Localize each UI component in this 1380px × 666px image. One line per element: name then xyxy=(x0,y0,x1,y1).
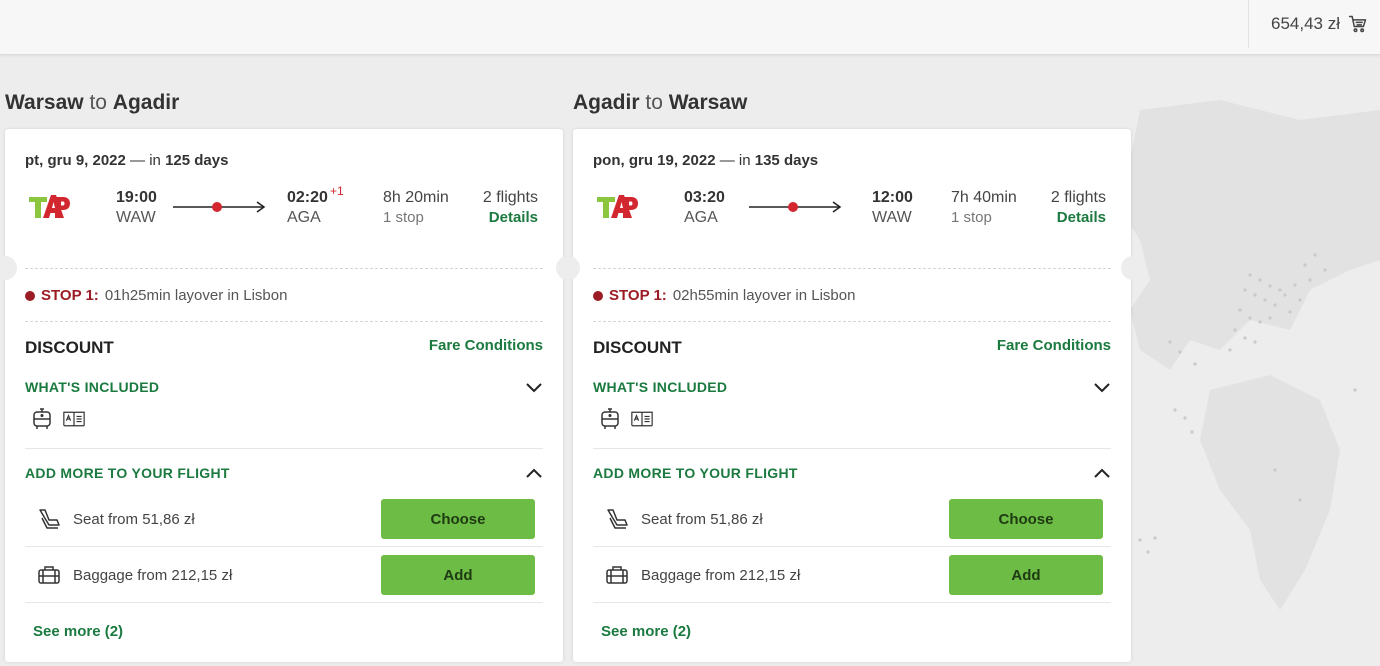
divider xyxy=(593,546,1111,547)
divider xyxy=(593,448,1111,449)
tap-logo xyxy=(597,195,638,218)
departure-airport: AGA xyxy=(684,209,718,226)
arrival-time: 02:20 xyxy=(287,189,328,206)
seat-addon-row: Seat from 51,86 zł Choose xyxy=(25,495,543,543)
departure-time: 19:00 xyxy=(116,189,157,206)
divider xyxy=(25,321,543,322)
route-arrow xyxy=(749,201,842,213)
baggage-addon-row: Baggage from 212,15 zł Add xyxy=(593,551,1111,599)
flight-duration: 8h 20min xyxy=(383,189,449,206)
divider xyxy=(593,268,1111,269)
tap-logo xyxy=(29,195,70,218)
departure-airport: WAW xyxy=(116,209,156,226)
chevron-down-icon[interactable] xyxy=(1093,380,1111,394)
seat-addon-row: Seat from 51,86 zł Choose xyxy=(593,495,1111,543)
chevron-up-icon[interactable] xyxy=(1093,466,1111,480)
layover-info: STOP 1: 01h25min layover in Lisbon xyxy=(25,287,287,304)
flight-card-outbound: pt, gru 9, 2022 — in 125 days 19:00 WAW … xyxy=(5,129,563,662)
seat-label: Seat from 51,86 zł xyxy=(641,510,763,528)
baggage-icon xyxy=(606,566,628,584)
fare-conditions-link[interactable]: Fare Conditions xyxy=(429,337,543,354)
top-bar: 654,43 zł xyxy=(0,0,1380,55)
arrival-airport: WAW xyxy=(872,209,912,226)
fare-name: DISCOUNT xyxy=(25,338,114,357)
choose-seat-button[interactable]: Choose xyxy=(949,499,1103,539)
route-arrow xyxy=(173,201,266,213)
whats-included-toggle[interactable]: WHAT'S INCLUDED xyxy=(25,379,159,395)
meal-icon xyxy=(631,411,653,427)
divider xyxy=(593,321,1111,322)
arrival-time: 12:00 xyxy=(872,189,913,206)
layover-info: STOP 1: 02h55min layover in Lisbon xyxy=(593,287,855,304)
direction-title-outbound: Warsaw to Agadir xyxy=(5,91,180,114)
add-more-toggle[interactable]: ADD MORE TO YOUR FLIGHT xyxy=(593,465,798,481)
flight-date: pon, gru 19, 2022 — in 135 days xyxy=(593,152,819,169)
carry-on-bag-icon xyxy=(601,408,619,429)
see-more-link[interactable]: See more (2) xyxy=(33,623,123,640)
choose-seat-button[interactable]: Choose xyxy=(381,499,535,539)
ticket-notch xyxy=(1121,256,1145,280)
flight-date: pt, gru 9, 2022 — in 125 days xyxy=(25,152,229,169)
see-more-link[interactable]: See more (2) xyxy=(601,623,691,640)
chevron-up-icon[interactable] xyxy=(525,466,543,480)
departure-time: 03:20 xyxy=(684,189,725,206)
ticket-notch xyxy=(556,256,580,280)
flight-duration: 7h 40min xyxy=(951,189,1017,206)
chevron-down-icon[interactable] xyxy=(525,380,543,394)
flight-count: 2 flights xyxy=(1050,189,1106,206)
divider xyxy=(25,546,543,547)
next-day-indicator: +1 xyxy=(330,184,344,198)
carry-on-bag-icon xyxy=(33,408,51,429)
fare-conditions-link[interactable]: Fare Conditions xyxy=(997,337,1111,354)
divider xyxy=(25,602,543,603)
details-link[interactable]: Details xyxy=(1057,209,1106,226)
arrival-airport: AGA xyxy=(287,209,321,226)
meal-icon xyxy=(63,411,85,427)
details-link[interactable]: Details xyxy=(489,209,538,226)
add-baggage-button[interactable]: Add xyxy=(949,555,1103,595)
cart-summary[interactable]: 654,43 zł xyxy=(1248,0,1380,48)
baggage-label: Baggage from 212,15 zł xyxy=(641,566,801,584)
stop-count: 1 stop xyxy=(951,209,992,226)
baggage-label: Baggage from 212,15 zł xyxy=(73,566,233,584)
world-map-background xyxy=(1100,100,1380,610)
flight-card-return: pon, gru 19, 2022 — in 135 days 03:20 AG… xyxy=(573,129,1131,662)
cart-total: 654,43 zł xyxy=(1271,14,1340,33)
stop-count: 1 stop xyxy=(383,209,424,226)
seat-label: Seat from 51,86 zł xyxy=(73,510,195,528)
included-items xyxy=(31,408,85,430)
included-items xyxy=(599,408,653,430)
direction-title-return: Agadir to Warsaw xyxy=(573,91,748,114)
flight-count: 2 flights xyxy=(482,189,538,206)
divider xyxy=(593,602,1111,603)
whats-included-toggle[interactable]: WHAT'S INCLUDED xyxy=(593,379,727,395)
fare-name: DISCOUNT xyxy=(593,338,682,357)
stop-dot-icon xyxy=(25,290,35,301)
divider xyxy=(25,448,543,449)
seat-icon xyxy=(607,509,628,529)
add-baggage-button[interactable]: Add xyxy=(381,555,535,595)
add-more-toggle[interactable]: ADD MORE TO YOUR FLIGHT xyxy=(25,465,230,481)
stop-dot-icon xyxy=(593,290,603,301)
seat-icon xyxy=(39,509,60,529)
baggage-icon xyxy=(38,566,60,584)
baggage-addon-row: Baggage from 212,15 zł Add xyxy=(25,551,543,599)
divider xyxy=(25,268,543,269)
cart-icon[interactable] xyxy=(1348,14,1368,34)
